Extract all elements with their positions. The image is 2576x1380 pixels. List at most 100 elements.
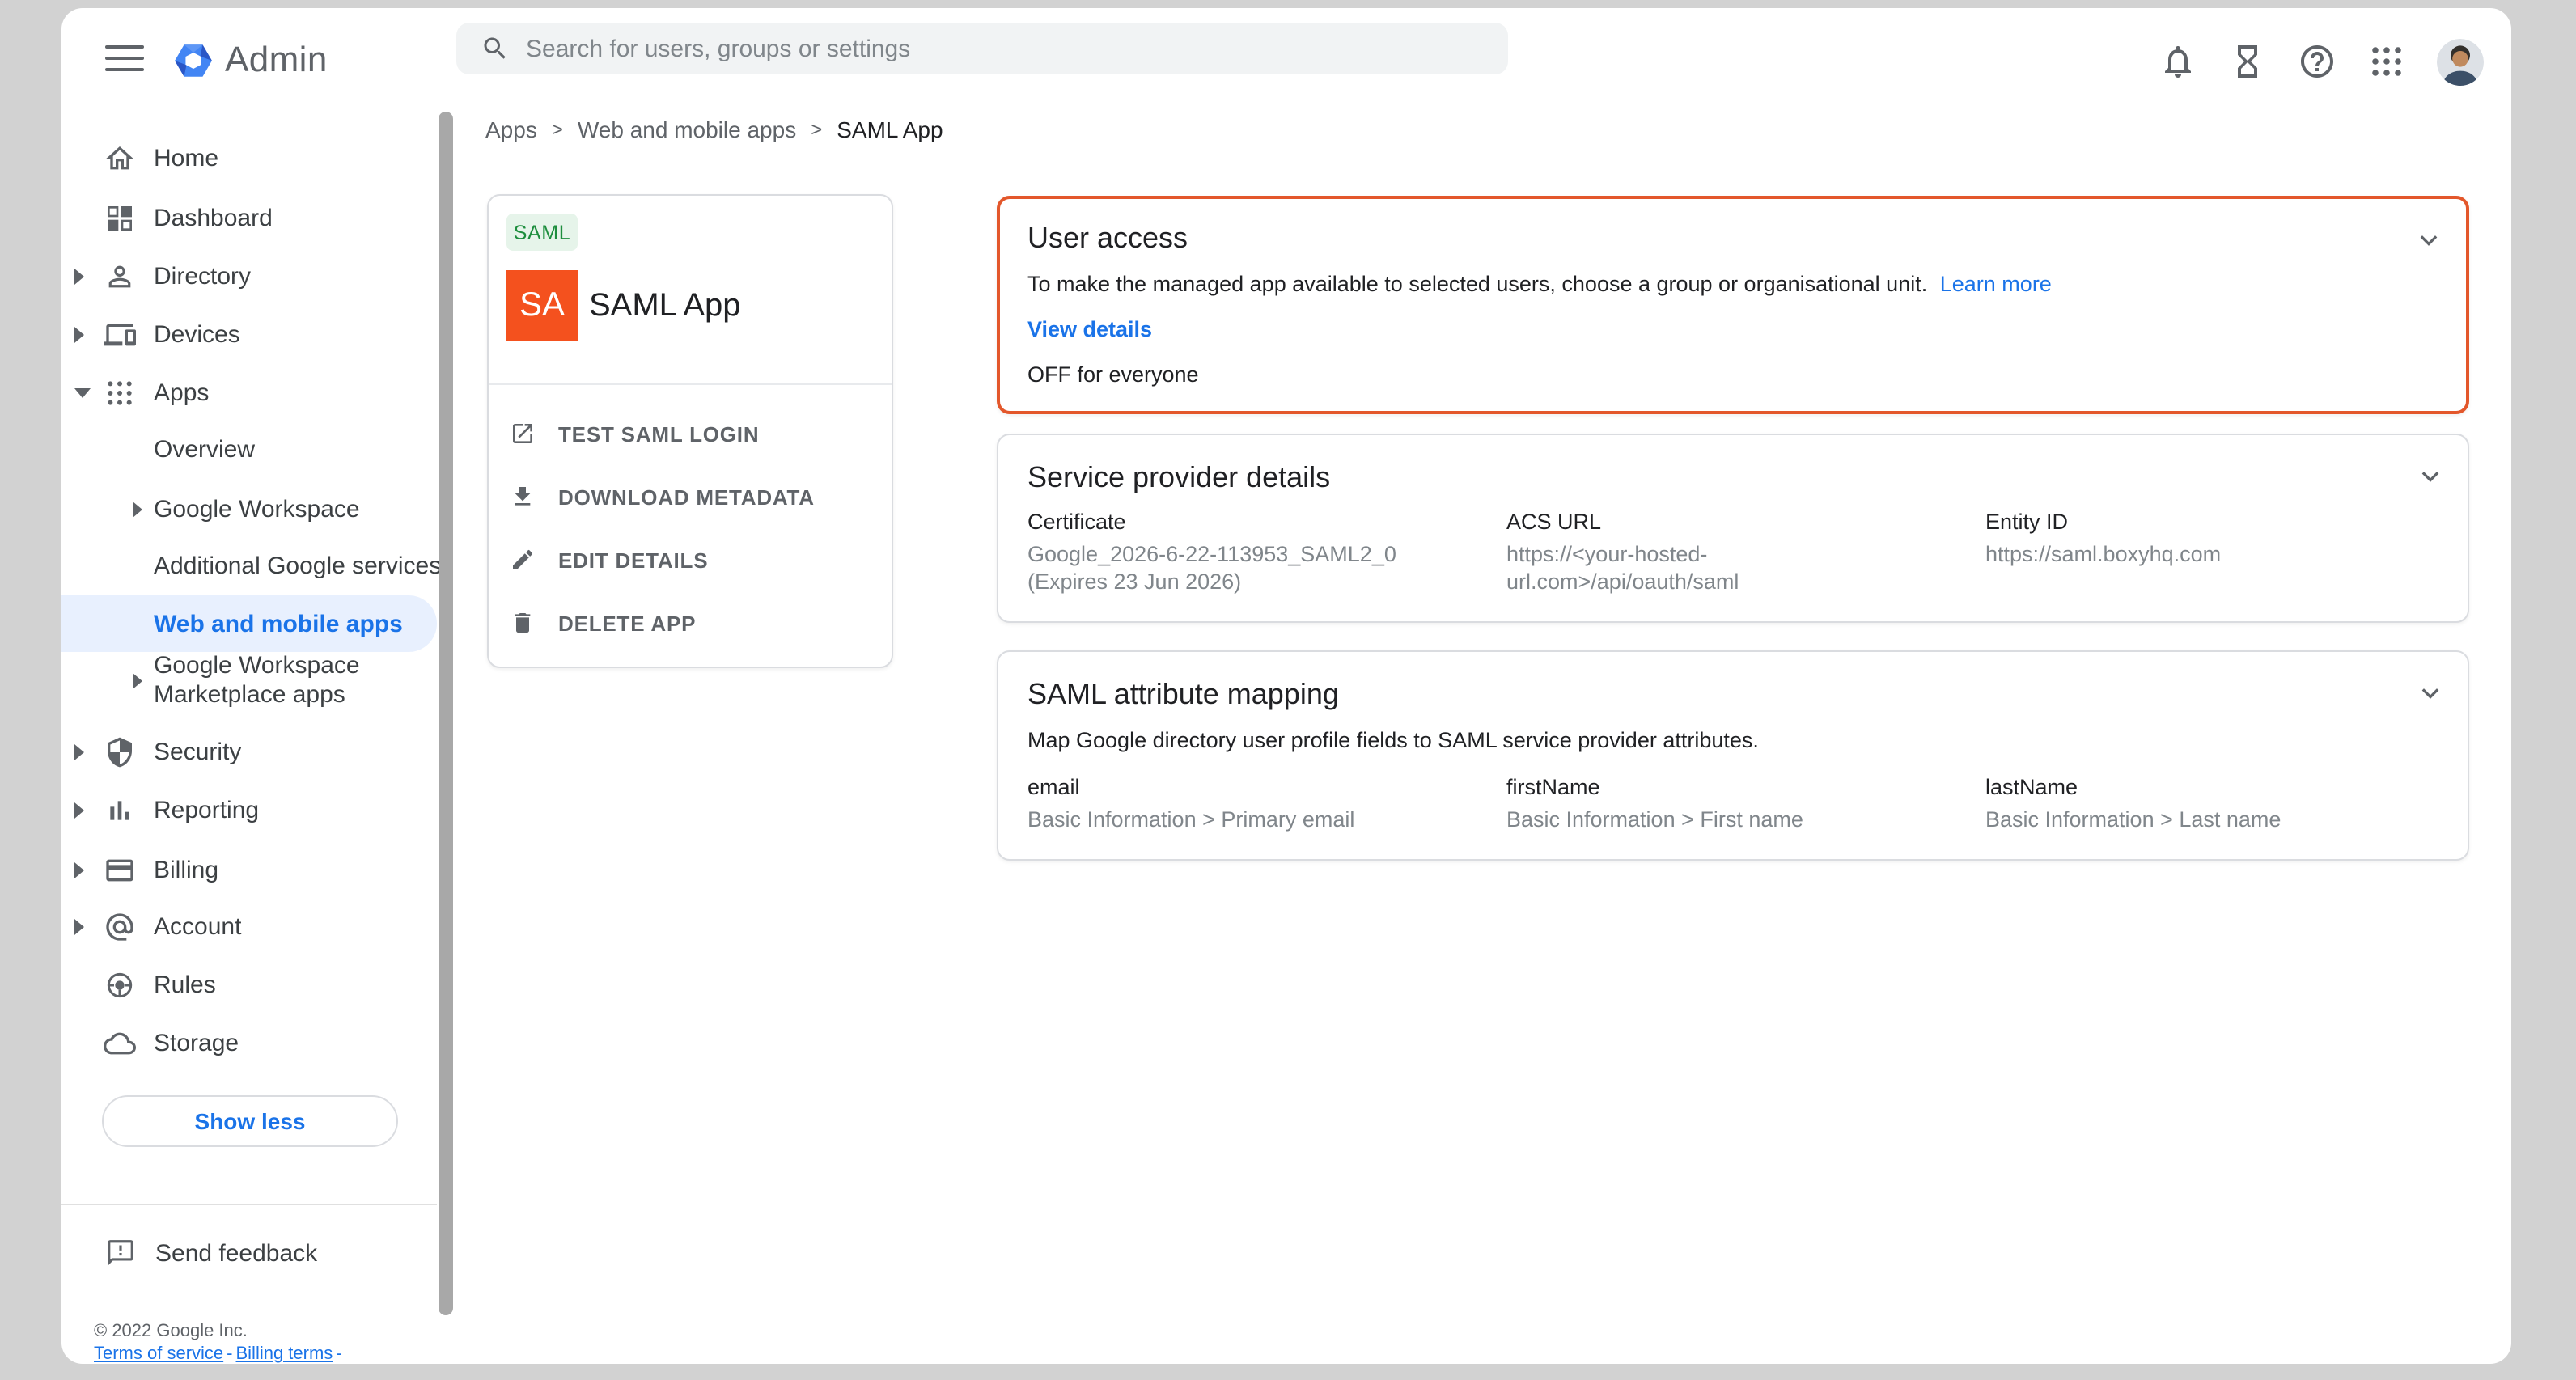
view-details-link[interactable]: View details: [1027, 317, 1152, 341]
expand-arrow-icon[interactable]: [74, 269, 84, 285]
search-icon: [481, 34, 510, 63]
expand-arrow-icon[interactable]: [133, 502, 142, 518]
show-less-button[interactable]: Show less: [102, 1095, 398, 1147]
breadcrumb-current-page: SAML App: [837, 116, 943, 142]
certificate-value-line: Google_2026-6-22-113953_SAML2_0: [1027, 542, 1506, 569]
card-title: Service provider details: [1027, 458, 2438, 497]
expand-arrow-icon[interactable]: [74, 327, 84, 343]
lastname-mapping-field: lastName Basic Information > Last name: [1985, 775, 2438, 834]
topbar-icons: [2159, 34, 2484, 89]
sidebar-item-label: Home: [154, 145, 218, 172]
collapse-arrow-icon[interactable]: [74, 388, 91, 398]
attribute-mapping-description: Map Google directory user profile fields…: [1027, 726, 2438, 756]
trash-icon: [510, 610, 536, 636]
field-label: Certificate: [1027, 510, 1506, 535]
sidebar-item-account[interactable]: Account: [61, 898, 437, 956]
sidebar-item-storage[interactable]: Storage: [61, 1014, 437, 1073]
breadcrumb-separator: >: [811, 118, 822, 141]
expand-arrow-icon[interactable]: [74, 744, 84, 760]
user-access-card: User access To make the managed app avai…: [997, 196, 2469, 414]
delete-app-button[interactable]: DELETE APP: [489, 594, 892, 652]
chevron-down-icon[interactable]: [2413, 458, 2448, 493]
sidebar-item-security[interactable]: Security: [61, 723, 437, 781]
sidebar-item-google-workspace[interactable]: Google Workspace: [61, 480, 437, 539]
email-mapping-value: Basic Information > Primary email: [1027, 807, 1506, 834]
open-in-new-icon: [510, 421, 536, 447]
sidebar-item-dashboard[interactable]: Dashboard: [61, 189, 437, 248]
chevron-down-icon[interactable]: [2413, 675, 2448, 710]
breadcrumb-separator: >: [552, 118, 563, 141]
breadcrumb-web-and-mobile-apps[interactable]: Web and mobile apps: [578, 116, 796, 142]
action-label: DOWNLOAD METADATA: [558, 485, 815, 509]
sidebar-item-label: Storage: [154, 1030, 239, 1057]
card-title: SAML attribute mapping: [1027, 675, 2438, 713]
apps-grid-icon[interactable]: [2367, 42, 2406, 81]
user-avatar[interactable]: [2437, 38, 2484, 85]
admin-console-window: Admin: [61, 8, 2511, 1364]
learn-more-link[interactable]: Learn more: [1940, 272, 2052, 296]
download-icon: [510, 484, 536, 510]
billing-terms-link[interactable]: Billing terms: [236, 1344, 333, 1364]
field-label: firstName: [1506, 775, 1985, 801]
expand-arrow-icon[interactable]: [133, 673, 142, 689]
edit-details-button[interactable]: EDIT DETAILS: [489, 531, 892, 589]
sidebar-item-label: Google Workspace Marketplace apps: [154, 652, 400, 710]
sidebar-item-overview[interactable]: Overview: [61, 421, 437, 479]
sidebar-item-label: Additional Google services: [154, 552, 441, 580]
firstname-mapping-value: Basic Information > First name: [1506, 807, 1985, 834]
footer-separator: -: [336, 1344, 341, 1364]
help-icon[interactable]: [2298, 42, 2337, 81]
sidebar-item-marketplace-apps[interactable]: Google Workspace Marketplace apps: [61, 639, 437, 723]
action-label: EDIT DETAILS: [558, 548, 708, 572]
dashboard-icon: [104, 202, 136, 235]
sidebar-item-label: Billing: [154, 857, 218, 884]
field-label: Entity ID: [1985, 510, 2438, 535]
lastname-mapping-value: Basic Information > Last name: [1985, 807, 2438, 834]
field-label: email: [1027, 775, 1506, 801]
acs-url-value-line: url.com>/api/oauth/saml: [1506, 569, 1985, 595]
sidebar-item-devices[interactable]: Devices: [61, 306, 437, 364]
firstname-mapping-field: firstName Basic Information > First name: [1506, 775, 1985, 834]
sidebar-item-label: Directory: [154, 263, 251, 290]
chevron-down-icon[interactable]: [2411, 222, 2447, 257]
sidebar-item-reporting[interactable]: Reporting: [61, 781, 437, 840]
card-divider: [489, 383, 892, 385]
menu-icon[interactable]: [105, 45, 144, 74]
email-mapping-field: email Basic Information > Primary email: [1027, 775, 1506, 834]
user-access-status: OFF for everyone: [1027, 361, 2438, 388]
send-feedback-button[interactable]: Send feedback: [61, 1225, 437, 1283]
expand-arrow-icon[interactable]: [74, 802, 84, 819]
download-metadata-button[interactable]: DOWNLOAD METADATA: [489, 468, 892, 526]
copyright-text: © 2022 Google Inc.: [94, 1320, 345, 1343]
sidebar-scrollbar[interactable]: [439, 112, 453, 1315]
breadcrumb-apps[interactable]: Apps: [485, 116, 537, 142]
entity-id-field: Entity ID https://saml.boxyhq.com: [1985, 510, 2438, 595]
sidebar-item-label: Security: [154, 739, 241, 766]
test-saml-login-button[interactable]: TEST SAML LOGIN: [489, 404, 892, 463]
sidebar-item-label: Reporting: [154, 797, 259, 824]
expand-arrow-icon[interactable]: [74, 919, 84, 935]
sidebar-item-home[interactable]: Home: [61, 129, 437, 188]
sidebar-item-additional-google-services[interactable]: Additional Google services: [61, 537, 437, 595]
user-access-description: To make the managed app available to sel…: [1027, 272, 1927, 296]
terms-of-service-link[interactable]: Terms of service: [94, 1344, 223, 1364]
app-monogram: SA: [506, 270, 578, 341]
sidebar-item-label: Google Workspace: [154, 496, 360, 523]
certificate-value-line: (Expires 23 Jun 2026): [1027, 569, 1506, 595]
person-icon: [104, 260, 136, 293]
hourglass-icon[interactable]: [2228, 42, 2267, 81]
entity-id-value-line: https://saml.boxyhq.com: [1985, 542, 2438, 569]
sidebar-item-directory[interactable]: Directory: [61, 248, 437, 306]
sidebar-item-apps[interactable]: Apps: [61, 364, 437, 422]
expand-arrow-icon[interactable]: [74, 862, 84, 878]
screen: Admin: [0, 0, 2576, 1380]
breadcrumb: Apps > Web and mobile apps > SAML App: [485, 116, 943, 142]
sidebar-item-label: Web and mobile apps: [154, 610, 403, 637]
sidebar-item-rules[interactable]: Rules: [61, 956, 437, 1014]
apps-grid-icon: [104, 377, 136, 409]
at-sign-icon: [104, 911, 136, 943]
bell-icon[interactable]: [2159, 42, 2197, 81]
acs-url-value-line: https://<your-hosted-: [1506, 542, 1985, 569]
search-input[interactable]: [526, 35, 1508, 62]
sidebar-item-billing[interactable]: Billing: [61, 841, 437, 900]
